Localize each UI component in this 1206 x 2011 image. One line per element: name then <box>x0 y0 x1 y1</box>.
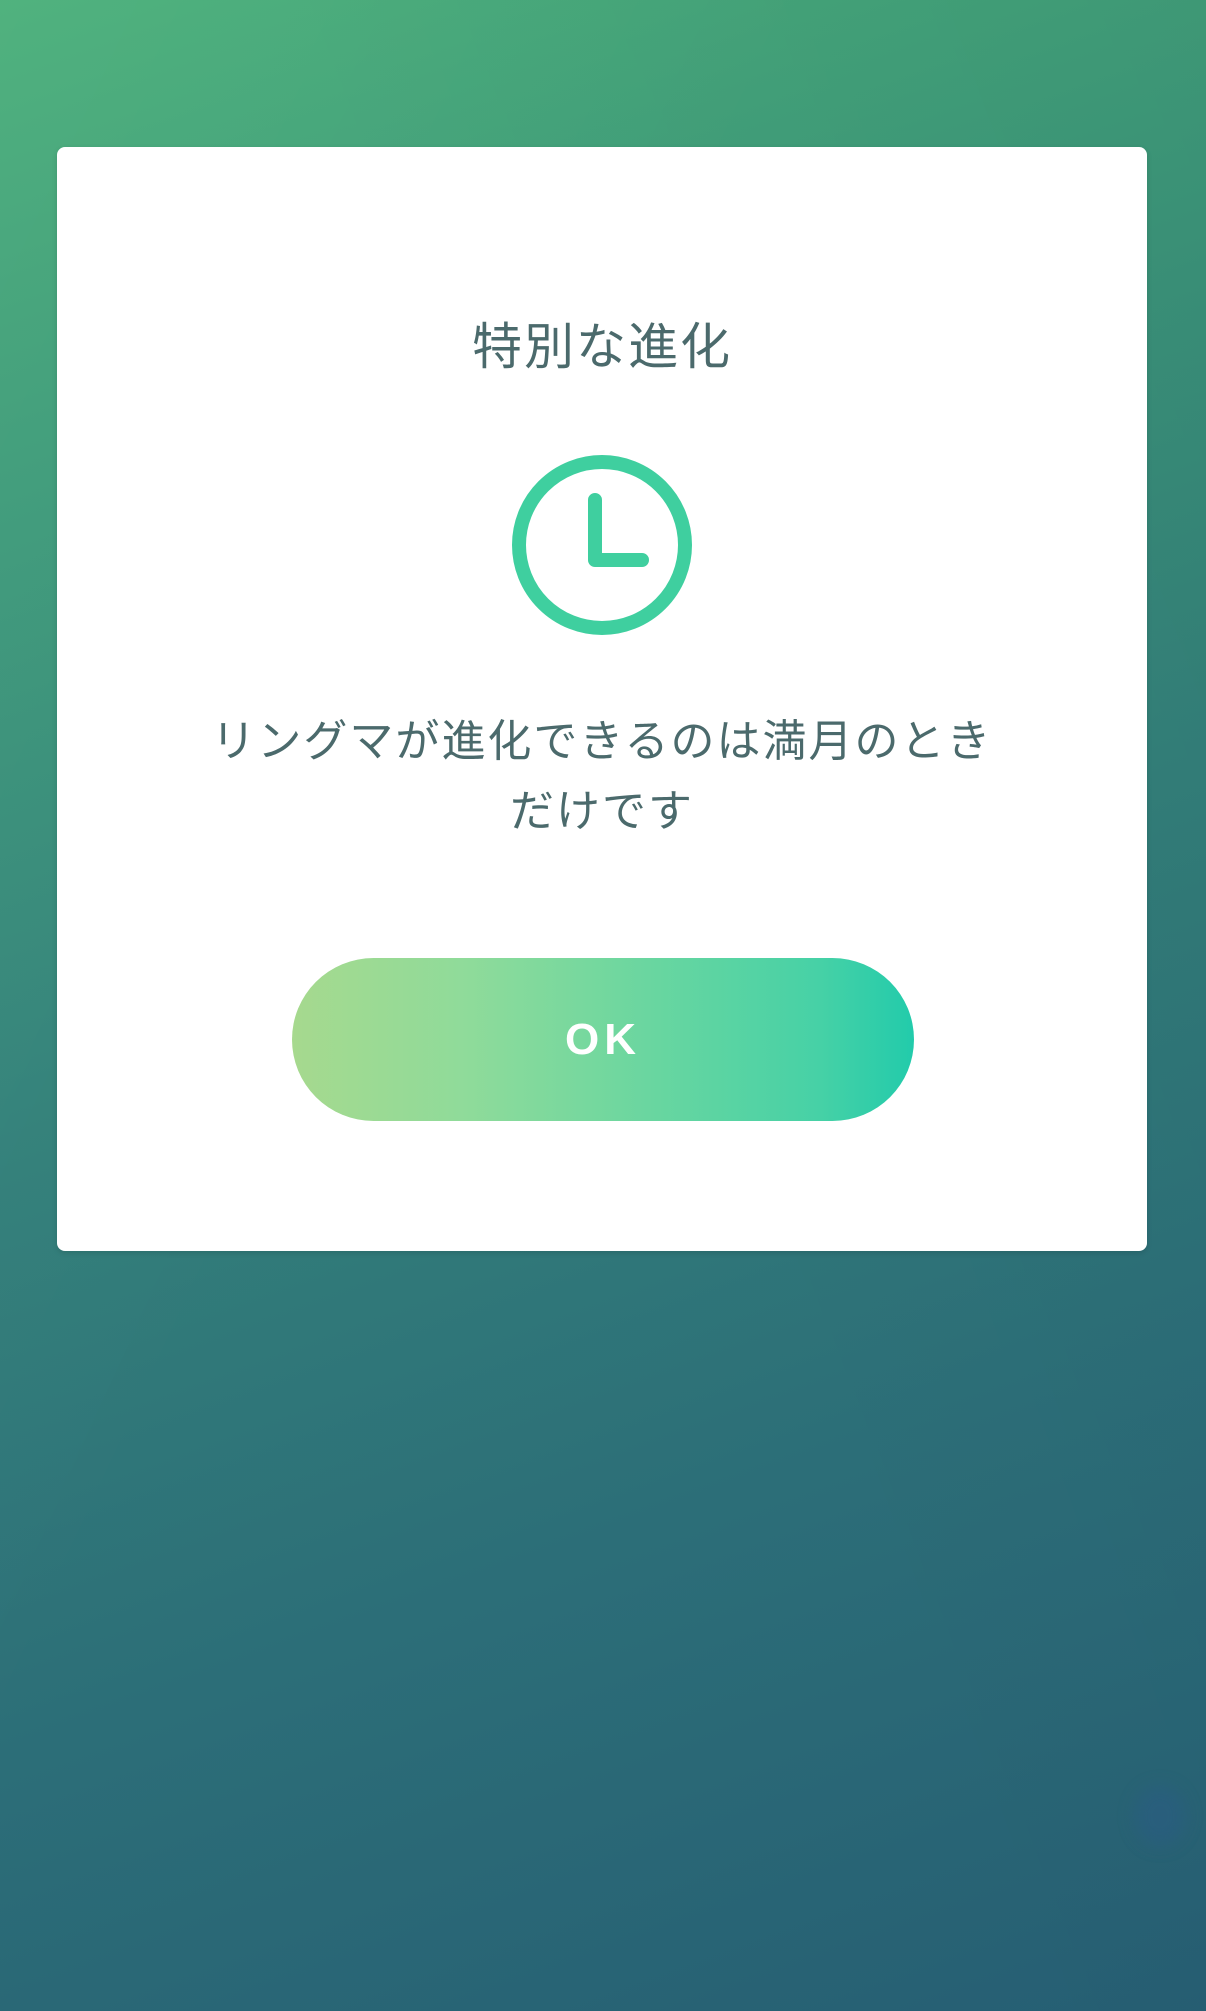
special-evolution-dialog: 特別な進化 リングマが進化できるのは満月のとき だけです OK <box>57 147 1147 1251</box>
ok-button-label: OK <box>565 1014 641 1064</box>
dialog-message: リングマが進化できるのは満月のとき だけです <box>177 707 1027 847</box>
ok-button[interactable]: OK <box>292 958 914 1121</box>
dialog-message-line-1: リングマが進化できるのは満月のとき <box>211 716 993 767</box>
dialog-title: 特別な進化 <box>472 318 732 376</box>
dialog-message-line-2: だけです <box>510 786 694 837</box>
background-blur-spot <box>1134 1786 1186 1846</box>
clock-icon <box>512 455 692 635</box>
